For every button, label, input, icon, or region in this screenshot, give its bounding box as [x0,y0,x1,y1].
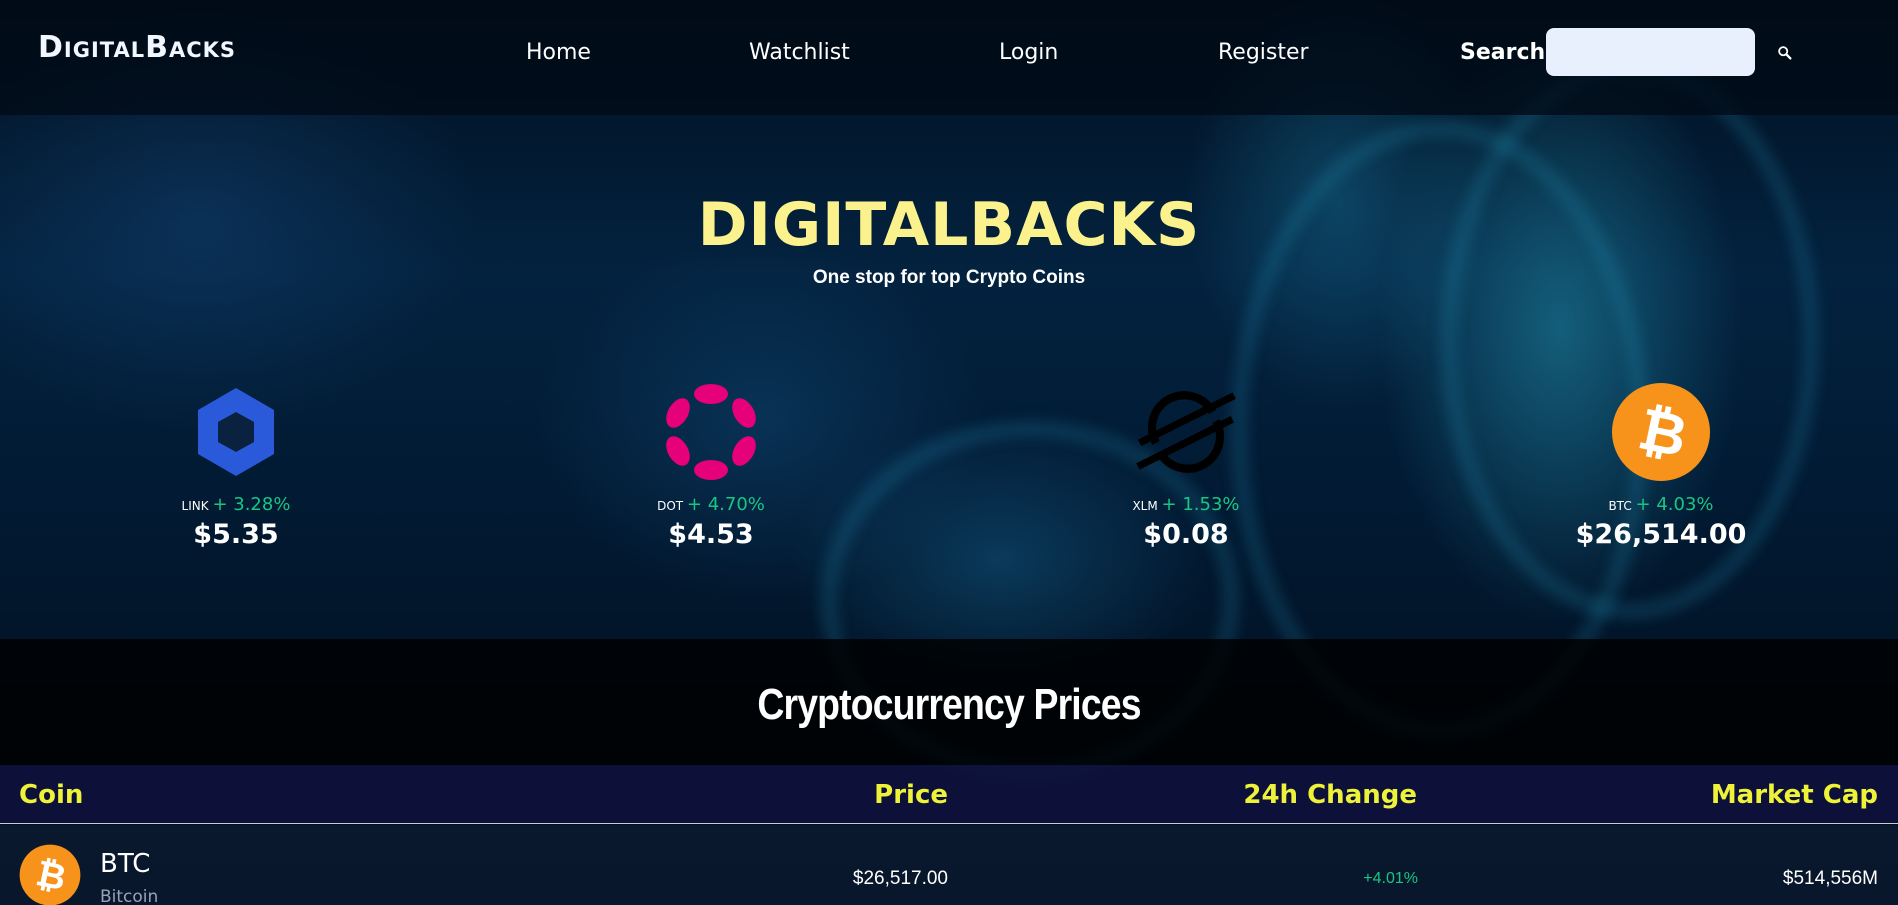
coin-change: + 4.03% [1635,494,1714,515]
coin-symbol: LINK [181,499,209,513]
carousel-coin-btc[interactable]: ₿ BTC + 4.03% $26,514.00 [1541,382,1781,550]
coin-price: $5.35 [193,519,279,550]
bitcoin-icon: ₿ [1612,383,1710,481]
coin-symbol-change: DOT + 4.70% [591,494,831,515]
coin-symbol-change: LINK + 3.28% [116,494,356,515]
row-price: $26,517.00 [852,868,948,889]
polkadot-icon [666,384,756,480]
coin-symbol: DOT [657,499,684,513]
carousel-coin-link[interactable]: LINK + 3.28% $5.35 [116,382,356,550]
nav-home-link[interactable]: Home [526,40,591,65]
coin-change: + 3.28% [212,494,291,515]
brand-logo[interactable]: DigitalBacks [38,30,236,65]
coin-price: $0.08 [1143,519,1229,550]
nav-watchlist-link[interactable]: Watchlist [749,40,850,65]
col-coin: Coin [19,780,84,810]
chainlink-icon [198,388,274,476]
table-row[interactable]: ₿ BTC Bitcoin $26,517.00 +4.01% $514,556… [0,825,1898,905]
search-input[interactable] [1546,28,1755,76]
hero-subtitle: One stop for top Crypto Coins [812,267,1086,288]
table-header: Coin Price 24h Change Market Cap [0,765,1898,824]
coin-price: $26,514.00 [1575,519,1747,550]
hero-title: DIGITALBACKS [697,190,1201,260]
search-label: Search [1460,40,1546,65]
coin-price: $4.53 [668,519,754,550]
col-price: Price [874,780,948,810]
nav-login-link[interactable]: Login [999,40,1058,65]
row-coin-symbol: BTC [100,849,151,879]
carousel-coin-xlm[interactable]: XLM + 1.53% $0.08 [1066,382,1306,550]
col-24h-change: 24h Change [1243,780,1417,810]
coin-symbol-change: BTC + 4.03% [1541,494,1781,515]
stellar-icon [1136,391,1236,473]
top-navbar: DigitalBacks Home Watchlist Login Regist… [0,0,1898,115]
bitcoin-icon: ₿ [19,844,81,905]
coin-symbol: XLM [1132,499,1158,513]
coin-change: + 4.70% [686,494,765,515]
row-coin-name: Bitcoin [100,887,159,905]
row-market-cap: $514,556M [1782,868,1878,889]
nav-register-link[interactable]: Register [1218,40,1309,65]
coin-symbol: BTC [1608,499,1632,513]
search-icon[interactable] [1776,44,1794,62]
coin-change: + 1.53% [1161,494,1240,515]
carousel-coin-dot[interactable]: DOT + 4.70% $4.53 [591,382,831,550]
col-market-cap: Market Cap [1710,780,1878,810]
prices-title: Cryptocurrency Prices [757,680,1141,729]
coin-symbol-change: XLM + 1.53% [1066,494,1306,515]
row-change: +4.01% [1363,870,1418,887]
